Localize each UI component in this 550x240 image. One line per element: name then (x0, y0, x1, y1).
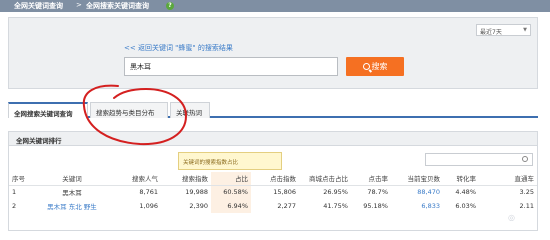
tab-related-words[interactable]: 关联热词 (170, 102, 210, 118)
item-count-link[interactable]: 88,470 (391, 185, 443, 199)
watermark-logo: ◎ (508, 213, 515, 222)
tab-search-trend[interactable]: 搜索趋势与类目分布 (90, 102, 168, 118)
ppc-cell: 3.25 (519, 188, 534, 197)
keyword-ranking-panel: 全网关键词排行 关键词的搜索指数占比 序号 关键词 搜索人气 搜索指数 占比 点… (8, 131, 538, 231)
search-icon (362, 63, 370, 70)
column-header[interactable]: 关键词 (33, 172, 111, 186)
search-icon (522, 156, 528, 162)
search-popularity-cell: 8,761 (139, 188, 158, 197)
breadcrumb: 全网关键词查询 > 全网搜索关键词查询 ? (0, 0, 550, 12)
column-header[interactable]: 点击指数 (251, 172, 299, 186)
breadcrumb-search-keyword-query: 全网搜索关键词查询 (86, 2, 149, 10)
keyword-cell[interactable]: 黑木耳 (33, 185, 111, 199)
keyword-search-input[interactable]: 黑木耳 (124, 57, 338, 76)
breadcrumb-separator: > (76, 1, 82, 9)
click-index-cell: 15,806 (273, 188, 296, 197)
tab-bar: 全网搜索关键词查询 搜索趋势与类目分布 关联热词 (8, 102, 538, 118)
ranking-header: 全网关键词排行 (9, 132, 537, 146)
mall-click-share-cell: 26.95% (323, 188, 348, 197)
click-index-cell: 2,277 (277, 202, 296, 210)
conversion-cell: 4.48% (455, 188, 476, 197)
date-range-select[interactable]: 最近7天 ▼ (476, 24, 531, 36)
search-button[interactable]: 搜索 (346, 57, 404, 76)
item-count-link[interactable]: 6,833 (391, 199, 443, 213)
column-header[interactable]: 点击率 (351, 172, 391, 186)
search-panel (8, 17, 538, 89)
ctr-cell: 95.18% (363, 202, 388, 210)
column-header[interactable]: 当前宝贝数 (391, 172, 443, 186)
search-index-cell: 19,988 (185, 188, 208, 197)
share-cell: 6.94% (211, 199, 251, 213)
ranking-filter-input[interactable] (425, 153, 533, 166)
conversion-cell: 6.03% (455, 202, 476, 210)
chevron-down-icon: ▼ (523, 27, 527, 33)
table-header-row: 序号 关键词 搜索人气 搜索指数 占比 点击指数 商城点击占比 点击率 当前宝贝… (9, 172, 537, 186)
search-popularity-cell: 1,096 (139, 202, 158, 210)
table-row[interactable]: 2 黑木耳 东北 野生 1,096 2,390 6.94% 2,277 41.7… (9, 199, 537, 213)
date-range-value: 最近7天 (480, 29, 502, 36)
column-header[interactable]: 搜索指数 (161, 172, 211, 186)
share-cell: 60.58% (211, 185, 251, 199)
table-row[interactable]: 1 黑木耳 8,761 19,988 60.58% 15,806 26.95% … (9, 185, 537, 199)
ranking-title: 全网关键词排行 (16, 137, 62, 145)
column-header[interactable]: 占比 (211, 172, 251, 186)
help-icon[interactable]: ? (166, 2, 174, 10)
search-button-label: 搜索 (371, 62, 388, 71)
column-header: 序号 (9, 172, 33, 186)
row-index: 1 (12, 188, 17, 197)
column-header[interactable]: 商城点击占比 (299, 172, 351, 186)
breadcrumb-keyword-query[interactable]: 全网关键词查询 (14, 1, 63, 11)
column-header[interactable]: 搜索人气 (111, 172, 161, 186)
column-header[interactable]: 直通车 (479, 172, 537, 186)
ctr-cell: 78.7% (367, 188, 388, 197)
ppc-cell: 2.11 (519, 202, 534, 210)
mall-click-share-cell: 41.75% (323, 202, 348, 210)
column-header[interactable]: 转化率 (443, 172, 479, 186)
keyword-cell[interactable]: 黑木耳 东北 野生 (33, 199, 111, 213)
column-tooltip: 关键词的搜索指数占比 (178, 152, 282, 170)
keyword-ranking-table: 序号 关键词 搜索人气 搜索指数 占比 点击指数 商城点击占比 点击率 当前宝贝… (9, 172, 537, 213)
search-index-cell: 2,390 (189, 202, 208, 210)
row-index: 2 (12, 202, 17, 210)
tab-keyword-query[interactable]: 全网搜索关键词查询 (8, 102, 88, 118)
back-to-results-link[interactable]: << 返回关键词 "蜂蜜" 的搜索结果 (124, 43, 233, 53)
